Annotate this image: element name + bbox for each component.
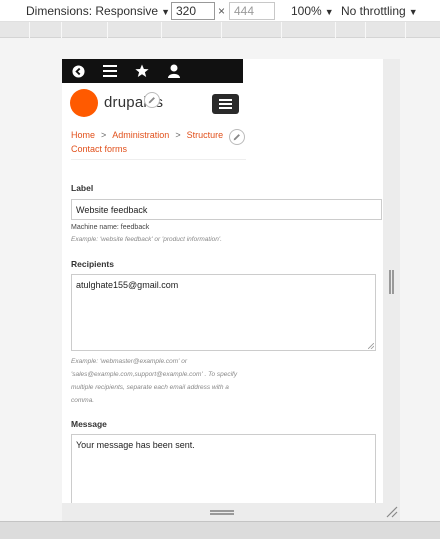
resize-grip-icon[interactable]	[368, 343, 374, 349]
star-icon	[135, 64, 149, 77]
breadcrumb-separator: >	[175, 130, 181, 140]
back-button[interactable]	[62, 59, 94, 83]
media-query-segment[interactable]	[162, 22, 222, 38]
site-logo[interactable]	[70, 89, 98, 117]
dimensions-label: Dimensions: Responsive	[26, 4, 159, 18]
message-value: Your message has been sent.	[76, 440, 195, 450]
throttling-caret-icon: ▼	[408, 7, 418, 17]
media-query-segment[interactable]	[30, 22, 62, 38]
zoom-caret-icon: ▼	[324, 7, 334, 17]
pencil-icon	[233, 134, 240, 141]
media-query-segment[interactable]	[336, 22, 366, 38]
device-toolbar: Dimensions: Responsive ▼ 320 × 444 100% ▼ …	[0, 0, 440, 22]
admin-toolbar	[62, 59, 243, 83]
shortcuts-button[interactable]	[126, 59, 158, 83]
media-query-segment[interactable]	[222, 22, 282, 38]
media-query-segment[interactable]	[282, 22, 336, 38]
message-title: Message	[71, 419, 107, 429]
breadcrumb-contact-forms[interactable]: Contact forms	[71, 144, 127, 154]
recipients-textarea[interactable]: atulghate155@gmail.com	[71, 274, 376, 351]
user-icon	[168, 64, 180, 78]
breadcrumb-edit-button[interactable]	[229, 129, 245, 145]
recipients-hint-line: multiple recipients, separate each email…	[71, 384, 229, 391]
recipients-hint-line: comma.	[71, 397, 95, 404]
recipients-hint-line: Example: 'webmaster@example.com' or	[71, 358, 188, 365]
machine-name: Machine name: feedback	[71, 224, 150, 231]
height-resize-handle-icon[interactable]	[210, 510, 234, 515]
recipients-hint-line: 'sales@example.com,support@example.com' …	[71, 371, 238, 378]
media-query-segment[interactable]	[366, 22, 406, 38]
recipients-title: Recipients	[71, 259, 114, 269]
label-title: Label	[71, 183, 94, 193]
contextual-edit-button[interactable]	[144, 92, 160, 108]
label-hint: Example: 'website feedback' or 'product …	[71, 236, 222, 243]
dimensions-dropdown[interactable]: Dimensions: Responsive ▼	[26, 4, 170, 18]
breadcrumb-separator: >	[101, 130, 107, 140]
hamburger-bar	[219, 99, 232, 101]
media-query-segment[interactable]	[0, 22, 30, 38]
height-input[interactable]: 444	[229, 2, 275, 20]
media-query-segment[interactable]	[62, 22, 108, 38]
hamburger-bar	[219, 103, 232, 105]
width-resize-handle-icon[interactable]	[389, 270, 394, 294]
media-query-bar[interactable]	[0, 22, 440, 38]
menu-icon	[103, 65, 117, 77]
breadcrumb-administration[interactable]: Administration	[112, 130, 169, 140]
manage-menu-button[interactable]	[94, 59, 126, 83]
zoom-dropdown[interactable]: 100% ▼	[291, 4, 334, 18]
times-sign: ×	[218, 4, 226, 18]
recipients-value: atulghate155@gmail.com	[76, 280, 179, 290]
breadcrumb-structure[interactable]: Structure	[187, 130, 224, 140]
recipients-hint: Example: 'webmaster@example.com' or 'sal…	[71, 355, 237, 407]
media-query-segment[interactable]	[108, 22, 162, 38]
width-input[interactable]: 320	[171, 2, 215, 20]
throttling-value: No throttling	[341, 4, 406, 18]
zoom-value: 100%	[291, 4, 322, 18]
main-menu-toggle[interactable]	[212, 94, 239, 114]
hamburger-bar	[219, 107, 232, 109]
breadcrumb-divider	[71, 159, 246, 160]
device-canvas: drupal8s Home > Administration > Structure C…	[0, 38, 440, 521]
breadcrumb-home[interactable]: Home	[71, 130, 95, 140]
bottom-status-bar	[0, 521, 440, 539]
page-viewport: drupal8s Home > Administration > Structure C…	[62, 59, 383, 503]
user-button[interactable]	[158, 59, 190, 83]
breadcrumb: Home > Administration > Structure Contact fo…	[71, 128, 251, 156]
label-input[interactable]: Website feedback	[71, 199, 382, 220]
dimensions-caret-icon: ▼	[161, 7, 170, 17]
message-textarea[interactable]: Your message has been sent.	[71, 434, 376, 503]
corner-resize-handle-icon[interactable]	[386, 506, 398, 518]
back-icon	[71, 64, 85, 78]
throttling-dropdown[interactable]: No throttling ▼	[341, 4, 418, 18]
pencil-icon	[148, 97, 155, 104]
